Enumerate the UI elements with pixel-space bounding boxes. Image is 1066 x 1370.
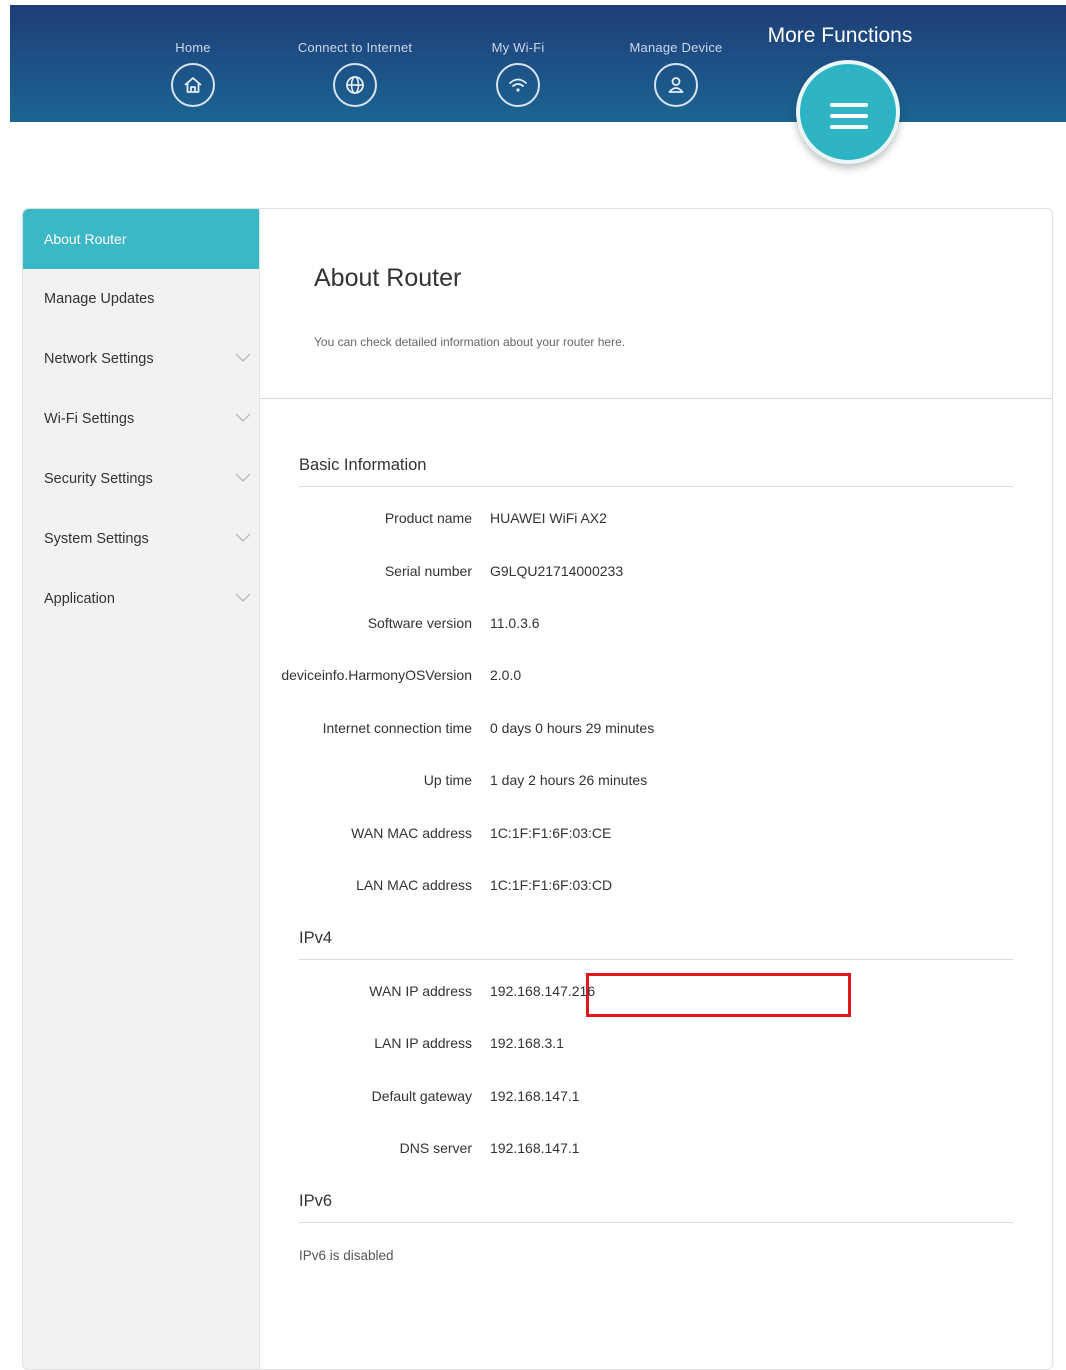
page-description: You can check detailed information about… — [314, 335, 626, 349]
user-icon — [654, 63, 698, 107]
chevron-down-icon — [235, 353, 251, 362]
nav-home-label: Home — [175, 40, 211, 55]
top-nav-bar: Home Connect to Internet My Wi-Fi Manage… — [10, 5, 1066, 122]
chevron-down-icon — [235, 473, 251, 482]
sidebar-item-label: Wi-Fi Settings — [44, 411, 135, 427]
row-label: Product name — [384, 510, 472, 526]
row-value: 1C:1F:F1:6F:03:CE — [490, 825, 612, 841]
main-card: About Router Manage Updates Network Sett… — [22, 208, 1053, 1370]
row-label: LAN IP address — [374, 1035, 472, 1051]
row-value: 192.168.147.216 — [490, 983, 596, 999]
row-value: 11.0.3.6 — [490, 615, 540, 631]
sidebar-item-application[interactable]: Application — [23, 569, 259, 629]
row-label: Serial number — [384, 563, 472, 579]
sidebar-item-network-settings[interactable]: Network Settings — [23, 329, 259, 389]
row-value: 2.0.0 — [490, 667, 522, 683]
sidebar-item-label: About Router — [44, 231, 127, 247]
more-functions-label: More Functions — [767, 24, 913, 47]
sidebar-item-label: Security Settings — [44, 471, 153, 487]
chevron-down-icon — [235, 593, 251, 602]
row-value: 192.168.3.1 — [490, 1035, 564, 1051]
section-title-ipv6: IPv6 — [299, 1192, 333, 1210]
row-value: 1C:1F:F1:6F:03:CD — [490, 877, 613, 893]
nav-home[interactable]: Home — [128, 5, 258, 107]
row-label: LAN MAC address — [356, 877, 472, 893]
info-row-lan-mac-address: LAN MAC address 1C:1F:F1:6F:03:CD — [260, 877, 1020, 899]
row-value: 192.168.147.1 — [490, 1140, 580, 1156]
sidebar-item-label: System Settings — [44, 531, 149, 547]
sidebar-item-about-router[interactable]: About Router — [23, 209, 259, 269]
info-row-lan-ip-address: LAN IP address 192.168.3.1 — [260, 1035, 1020, 1057]
info-row-serial-number: Serial number G9LQU21714000233 — [260, 563, 1020, 585]
row-value: 192.168.147.1 — [490, 1088, 580, 1104]
sidebar-item-label: Manage Updates — [44, 291, 155, 307]
page-title: About Router — [314, 264, 462, 292]
info-row-dns-server: DNS server 192.168.147.1 — [260, 1140, 1020, 1162]
sidebar-item-label: Network Settings — [44, 351, 154, 367]
row-label: DNS server — [399, 1140, 472, 1156]
sidebar-item-manage-updates[interactable]: Manage Updates — [23, 269, 259, 329]
nav-manage-label: Manage Device — [629, 40, 723, 55]
row-label: Software version — [367, 615, 472, 631]
section-divider — [299, 486, 1013, 487]
info-row-wan-ip-address: WAN IP address 192.168.147.216 — [260, 983, 1020, 1005]
more-functions-button[interactable] — [796, 60, 900, 164]
nav-wifi-label: My Wi-Fi — [491, 40, 545, 55]
section-title-ipv4: IPv4 — [299, 929, 333, 947]
sidebar-item-security-settings[interactable]: Security Settings — [23, 449, 259, 509]
info-row-harmonyos-version: deviceinfo.HarmonyOSVersion 2.0.0 — [260, 667, 1020, 689]
nav-connect-to-internet[interactable]: Connect to Internet — [290, 5, 420, 107]
info-row-default-gateway: Default gateway 192.168.147.1 — [260, 1088, 1020, 1110]
row-value: 1 day 2 hours 26 minutes — [490, 772, 648, 788]
row-label: Up time — [423, 772, 472, 788]
section-divider — [299, 959, 1013, 960]
info-row-product-name: Product name HUAWEI WiFi AX2 — [260, 510, 1020, 532]
globe-icon — [333, 63, 377, 107]
chevron-down-icon — [235, 533, 251, 542]
row-label: Default gateway — [371, 1088, 472, 1104]
sidebar: About Router Manage Updates Network Sett… — [23, 209, 260, 1369]
info-row-up-time: Up time 1 day 2 hours 26 minutes — [260, 772, 1020, 794]
nav-connect-label: Connect to Internet — [297, 40, 413, 55]
home-icon — [171, 63, 215, 107]
wifi-icon — [496, 63, 540, 107]
row-label: WAN IP address — [369, 983, 472, 999]
row-label: deviceinfo.HarmonyOSVersion — [281, 667, 472, 683]
sidebar-item-label: Application — [44, 591, 115, 607]
sidebar-item-wifi-settings[interactable]: Wi-Fi Settings — [23, 389, 259, 449]
section-divider — [299, 1222, 1013, 1223]
row-value: 0 days 0 hours 29 minutes — [490, 720, 655, 736]
ipv6-status-text: IPv6 is disabled — [299, 1248, 394, 1263]
row-label: Internet connection time — [322, 720, 472, 736]
nav-manage-device[interactable]: Manage Device — [611, 5, 741, 107]
row-label: WAN MAC address — [351, 825, 472, 841]
row-value: G9LQU21714000233 — [490, 563, 624, 579]
menu-icon — [830, 103, 868, 107]
chevron-down-icon — [235, 413, 251, 422]
nav-my-wifi[interactable]: My Wi-Fi — [453, 5, 583, 107]
sidebar-item-system-settings[interactable]: System Settings — [23, 509, 259, 569]
info-row-internet-connection-time: Internet connection time 0 days 0 hours … — [260, 720, 1020, 742]
divider — [260, 398, 1052, 399]
info-row-software-version: Software version 11.0.3.6 — [260, 615, 1020, 637]
info-row-wan-mac-address: WAN MAC address 1C:1F:F1:6F:03:CE — [260, 825, 1020, 847]
section-title-basic-information: Basic Information — [299, 456, 427, 474]
row-value: HUAWEI WiFi AX2 — [490, 510, 607, 526]
content-panel: About Router You can check detailed info… — [260, 209, 1052, 1369]
